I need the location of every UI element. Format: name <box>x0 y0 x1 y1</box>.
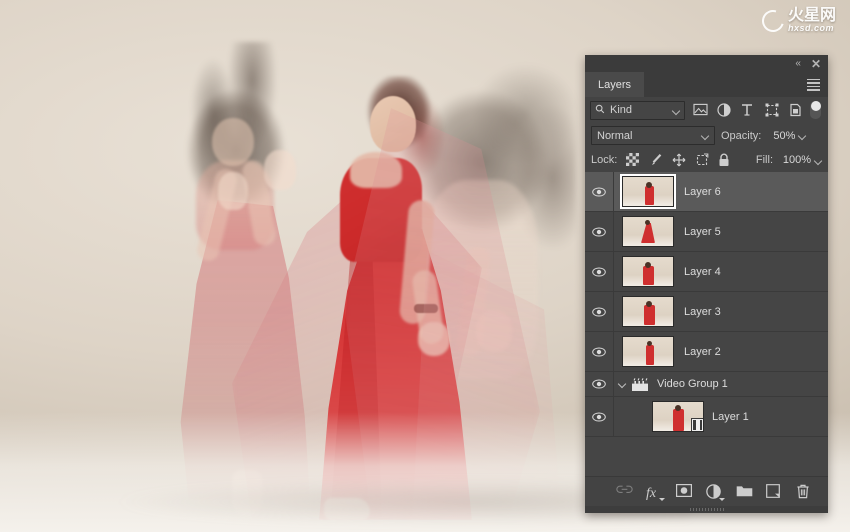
eye-icon <box>592 186 606 197</box>
layers-panel: « ✕ Layers Kind Normal Opacity: 50% Lock… <box>585 55 828 513</box>
layer-name[interactable]: Layer 3 <box>682 306 828 318</box>
eye-icon <box>592 226 606 237</box>
lock-label: Lock: <box>591 154 618 166</box>
layer-thumbnail[interactable] <box>622 256 674 287</box>
panel-titlebar: « ✕ <box>585 55 828 72</box>
filter-enable-toggle[interactable] <box>810 101 821 119</box>
close-panel-icon[interactable]: ✕ <box>811 58 821 70</box>
layer-name[interactable]: Layer 1 <box>710 411 828 423</box>
new-group-icon[interactable] <box>736 484 753 500</box>
collapse-panel-icon[interactable]: « <box>795 58 801 69</box>
chevron-down-icon[interactable] <box>815 157 822 164</box>
add-layer-mask-icon[interactable] <box>676 483 692 500</box>
table-row[interactable]: Video Group 1 <box>585 372 828 397</box>
eye-icon <box>592 306 606 317</box>
layer-thumbnail-cell <box>614 176 682 207</box>
panel-tab-row: Layers <box>585 72 828 97</box>
layer-thumbnail[interactable] <box>622 336 674 367</box>
layer-visibility-toggle[interactable] <box>585 212 614 251</box>
fill-value[interactable]: 100% <box>777 154 811 166</box>
dancer-ghost-head <box>212 118 254 166</box>
blend-mode-value: Normal <box>597 129 633 142</box>
pixel-layer-filter-icon[interactable] <box>693 103 708 118</box>
layer-thumbnail-cell <box>614 256 682 287</box>
lock-transparent-pixels-icon[interactable] <box>626 153 640 167</box>
layer-visibility-toggle[interactable] <box>585 172 614 211</box>
eye-icon <box>592 266 606 277</box>
layer-name[interactable]: Layer 5 <box>682 226 828 238</box>
chevron-down-icon <box>702 132 709 139</box>
table-row[interactable]: Layer 4 <box>585 252 828 292</box>
blend-opacity-row: Normal Opacity: 50% <box>585 123 828 148</box>
layer-visibility-toggle[interactable] <box>585 292 614 331</box>
lock-all-icon[interactable] <box>718 153 732 167</box>
blend-mode-select[interactable]: Normal <box>591 126 715 145</box>
layer-name[interactable]: Video Group 1 <box>655 378 828 390</box>
layer-visibility-toggle[interactable] <box>585 332 614 371</box>
chevron-down-icon <box>673 107 680 114</box>
dancer-ghost-hand-right <box>264 150 296 190</box>
layer-name[interactable]: Layer 2 <box>682 346 828 358</box>
opacity-control[interactable]: Opacity: 50% <box>721 130 806 142</box>
chevron-down-icon[interactable] <box>799 132 806 139</box>
filter-type-icons <box>693 102 804 118</box>
layers-panel-footer: fx <box>585 476 828 506</box>
svg-text:fx: fx <box>646 486 657 500</box>
eye-icon <box>592 379 606 389</box>
video-layer-badge-icon <box>691 418 703 431</box>
table-row[interactable]: Layer 6 <box>585 172 828 212</box>
expand-group-chevron-icon[interactable] <box>618 379 629 390</box>
opacity-value[interactable]: 50% <box>765 130 795 142</box>
tab-layers[interactable]: Layers <box>585 72 645 97</box>
layer-name[interactable]: Layer 6 <box>682 186 828 198</box>
lock-position-icon[interactable] <box>672 153 686 167</box>
lock-artboard-nesting-icon[interactable] <box>695 153 709 167</box>
video-group-clapperboard-icon <box>631 377 649 392</box>
filter-kind-label: Kind <box>610 104 633 116</box>
search-icon <box>595 104 605 117</box>
type-layer-filter-icon[interactable] <box>741 103 756 118</box>
layer-list[interactable]: Layer 6 Layer 5 Layer 4 Layer 3 Layer 2 … <box>585 172 828 476</box>
shape-layer-filter-icon[interactable] <box>765 103 780 118</box>
delete-layer-icon[interactable] <box>796 484 812 500</box>
adjustment-layer-filter-icon[interactable] <box>717 102 732 118</box>
layer-thumbnail[interactable] <box>622 296 674 327</box>
panel-resize-grip[interactable] <box>585 506 828 513</box>
smart-object-filter-icon[interactable] <box>789 103 804 118</box>
layer-visibility-toggle[interactable] <box>585 372 614 396</box>
lock-image-pixels-icon[interactable] <box>649 153 663 167</box>
photoshop-screenshot: 火星网 hxsd.com « ✕ Layers Kind Normal Opac… <box>0 0 850 532</box>
layer-style-fx-icon[interactable]: fx <box>646 484 665 501</box>
layer-thumbnail-cell <box>614 401 710 432</box>
layer-thumbnail[interactable] <box>622 216 674 247</box>
new-layer-icon[interactable] <box>766 483 782 500</box>
opacity-label: Opacity: <box>721 129 762 142</box>
dancer-ghost-hand-left <box>218 172 248 210</box>
layer-thumbnail-cell <box>614 216 682 247</box>
table-row[interactable]: Layer 5 <box>585 212 828 252</box>
table-row[interactable]: Layer 2 <box>585 332 828 372</box>
layer-visibility-toggle[interactable] <box>585 252 614 291</box>
table-row[interactable]: Layer 3 <box>585 292 828 332</box>
hamburger-menu-icon[interactable] <box>807 78 820 91</box>
layer-name[interactable]: Layer 4 <box>682 266 828 278</box>
eye-icon <box>592 411 606 422</box>
lock-row: Lock: Fill: 100% <box>585 148 828 172</box>
link-layers-icon[interactable] <box>616 484 633 500</box>
new-fill-adjustment-layer-icon[interactable] <box>706 483 725 501</box>
eye-icon <box>592 346 606 357</box>
layer-thumbnail-cell <box>614 336 682 367</box>
fill-label: Fill: <box>755 154 773 166</box>
filter-kind-select[interactable]: Kind <box>590 100 686 120</box>
layer-thumbnail-cell <box>614 296 682 327</box>
layer-thumbnail[interactable] <box>622 176 674 207</box>
layer-thumbnail[interactable] <box>652 401 704 432</box>
table-row[interactable]: Layer 1 <box>585 397 828 437</box>
layer-filter-row: Kind <box>585 97 828 123</box>
layer-visibility-toggle[interactable] <box>585 397 614 436</box>
fill-control[interactable]: Fill: 100% <box>756 154 822 166</box>
